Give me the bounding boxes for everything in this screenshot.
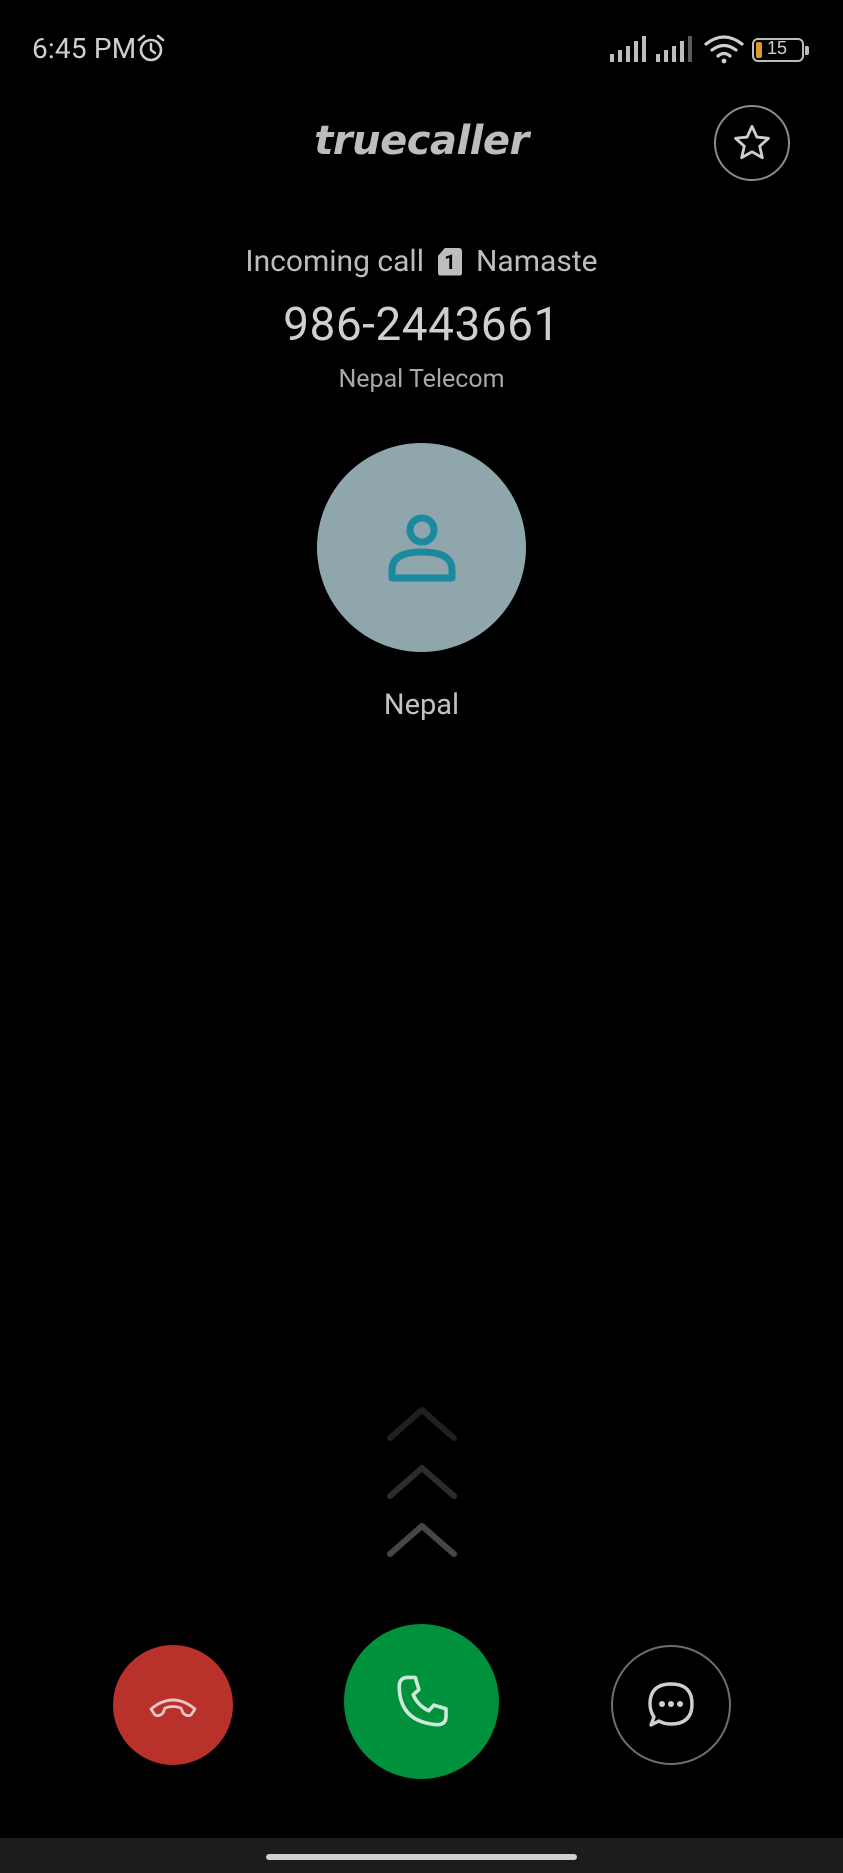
signal-icon <box>610 36 646 62</box>
status-time: 6:45 PM <box>32 32 137 65</box>
sim-slot-icon: 1 <box>438 247 463 276</box>
home-indicator[interactable] <box>266 1854 577 1860</box>
navigation-bar <box>0 1838 843 1873</box>
signal-icon <box>656 36 692 62</box>
status-bar: 6:45 PM 15 <box>0 0 843 100</box>
battery-level: 15 <box>767 38 788 58</box>
caller-avatar <box>317 443 526 652</box>
battery-level-fill <box>756 42 762 58</box>
hang-up-icon <box>149 1698 197 1718</box>
call-status: Incoming call <box>245 244 425 279</box>
caller-location: Nepal <box>383 688 460 722</box>
battery-icon: 15 <box>752 38 809 62</box>
swipe-up-hint-icon <box>387 1407 457 1557</box>
alarm-icon <box>137 34 165 62</box>
star-outline-icon <box>734 124 770 160</box>
call-status-line: Incoming call 1 Namaste <box>0 244 843 279</box>
answer-button[interactable] <box>344 1624 499 1779</box>
wifi-icon <box>704 35 744 64</box>
caller-number: 986-2443661 <box>283 298 560 352</box>
caller-carrier: Nepal Telecom <box>338 365 505 394</box>
person-icon <box>388 514 455 581</box>
favorite-button[interactable] <box>714 105 790 181</box>
sim-name: Namaste <box>476 244 598 279</box>
phone-icon <box>396 1675 448 1727</box>
decline-button[interactable] <box>113 1645 233 1765</box>
quick-reply-button[interactable] <box>611 1645 731 1765</box>
chat-bubble-icon <box>648 1682 694 1727</box>
